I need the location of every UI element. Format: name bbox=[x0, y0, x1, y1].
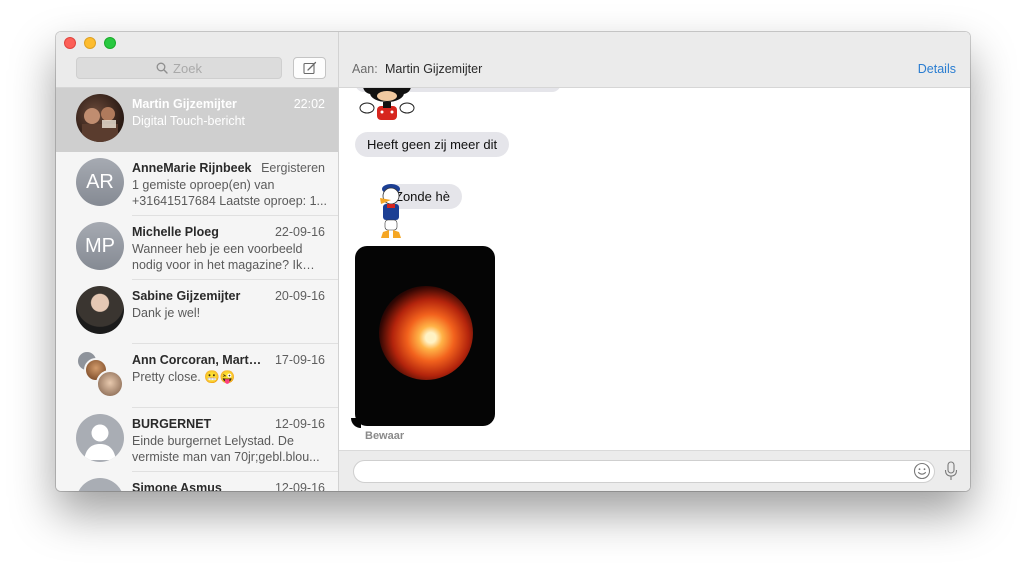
conversation-date: Eergisteren bbox=[261, 161, 325, 175]
conversation-date: 22:02 bbox=[293, 97, 325, 111]
conversation-date: 22-09-16 bbox=[274, 225, 325, 239]
conversation-item[interactable]: AR AnneMarie Rijnbeek Eergisteren 1 gemi… bbox=[56, 152, 338, 216]
conversation-name: Martin Gijzemijter bbox=[132, 97, 237, 111]
to-label: Aan: bbox=[352, 62, 378, 76]
person-silhouette-icon bbox=[76, 414, 124, 462]
composer-bar bbox=[339, 450, 970, 491]
conversation-item[interactable]: Simone Asmus 12-09-16 bbox=[56, 472, 338, 491]
donald-sticker-icon bbox=[380, 184, 401, 238]
conversation-item[interactable]: MP Michelle Ploeg 22-09-16 Wanneer heb j… bbox=[56, 216, 338, 280]
conversation-date: 20-09-16 bbox=[274, 289, 325, 303]
messages-window: Zoek Martin Gijzemijter 22:02 Digital To… bbox=[56, 32, 970, 491]
conversation-preview: Digital Touch-bericht bbox=[132, 114, 246, 128]
conversation-item[interactable]: Martin Gijzemijter 22:02 Digital Touch-b… bbox=[56, 88, 338, 152]
sidebar-header: Zoek bbox=[56, 32, 338, 88]
person-silhouette-icon bbox=[76, 478, 124, 491]
message-transcript[interactable]: Heeft geen zij meer dit Zonde hè Bewaar bbox=[339, 88, 970, 450]
details-button[interactable]: Details bbox=[918, 62, 956, 76]
conversation-preview: Pretty close. 😬😜 bbox=[132, 370, 236, 384]
conversation-date: 12-09-16 bbox=[274, 417, 325, 431]
conversation-list: Martin Gijzemijter 22:02 Digital Touch-b… bbox=[56, 88, 338, 491]
search-icon bbox=[156, 62, 168, 74]
mickey-sticker-icon bbox=[359, 88, 415, 120]
conversation-preview: 1 gemiste oproep(en) van +31641517684 La… bbox=[132, 178, 327, 208]
conversation-name: AnneMarie Rijnbeek bbox=[132, 161, 252, 175]
digital-touch-image[interactable] bbox=[355, 246, 495, 426]
conversation-name: Ann Corcoran, Marti... bbox=[132, 353, 262, 367]
message-input[interactable] bbox=[353, 460, 935, 483]
microphone-icon[interactable] bbox=[944, 461, 958, 481]
recipient-name[interactable]: Martin Gijzemijter bbox=[385, 62, 482, 76]
conversation-pane: Aan: Martin Gijzemijter Details Heeft ge… bbox=[339, 32, 970, 491]
group-avatar bbox=[76, 350, 126, 400]
avatar: AR bbox=[76, 158, 124, 206]
conversation-preview: Dank je wel! bbox=[132, 306, 201, 320]
save-button[interactable]: Bewaar bbox=[365, 430, 404, 442]
avatar bbox=[76, 94, 124, 142]
zoom-window-button[interactable] bbox=[104, 37, 116, 49]
conversation-item[interactable]: BURGERNET 12-09-16 Einde burgernet Lelys… bbox=[56, 408, 338, 472]
compose-icon bbox=[302, 61, 316, 75]
close-window-button[interactable] bbox=[64, 37, 76, 49]
conversation-name: Michelle Ploeg bbox=[132, 225, 219, 239]
compose-button[interactable] bbox=[293, 57, 326, 79]
avatar bbox=[76, 286, 124, 334]
conversation-item[interactable]: Ann Corcoran, Marti... 17-09-16 Pretty c… bbox=[56, 344, 338, 408]
conversation-item[interactable]: Sabine Gijzemijter 20-09-16 Dank je wel! bbox=[56, 280, 338, 344]
conversation-name: BURGERNET bbox=[132, 417, 212, 431]
conversation-preview: Einde burgernet Lelystad. De vermiste ma… bbox=[132, 434, 320, 464]
minimize-window-button[interactable] bbox=[84, 37, 96, 49]
emoji-icon[interactable] bbox=[913, 462, 931, 480]
avatar: MP bbox=[76, 222, 124, 270]
conversation-name: Sabine Gijzemijter bbox=[132, 289, 241, 303]
conversation-header: Aan: Martin Gijzemijter Details bbox=[339, 32, 970, 88]
conversation-preview: Wanneer heb je een voorbeeld nodig voor … bbox=[132, 242, 303, 272]
conversation-date: 12-09-16 bbox=[274, 481, 325, 491]
search-field[interactable]: Zoek bbox=[76, 57, 282, 79]
message-bubble[interactable]: Heeft geen zij meer dit bbox=[355, 132, 510, 157]
conversation-date: 17-09-16 bbox=[274, 353, 325, 367]
search-placeholder: Zoek bbox=[173, 60, 202, 76]
conversation-name: Simone Asmus bbox=[132, 481, 222, 491]
sidebar: Zoek Martin Gijzemijter 22:02 Digital To… bbox=[56, 32, 339, 491]
